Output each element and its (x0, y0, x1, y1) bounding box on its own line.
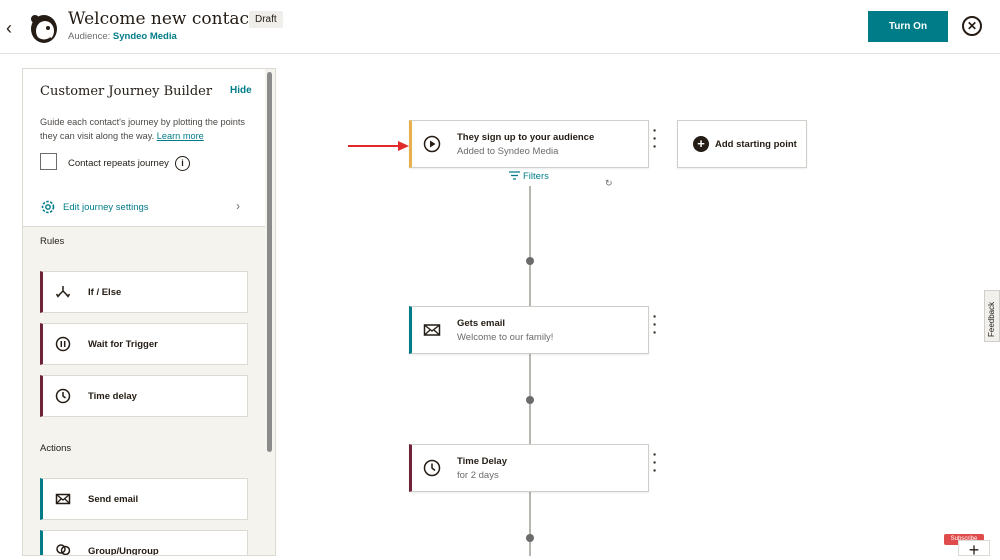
mailchimp-logo-icon (31, 15, 57, 43)
step-node-time-delay[interactable]: Time Delay for 2 days (409, 444, 649, 492)
rules-heading: Rules (40, 236, 65, 247)
action-group-ungroup[interactable]: Group/Ungroup (40, 530, 248, 556)
add-starting-point-button[interactable]: + Add starting point (677, 120, 807, 168)
panel-scrollbar[interactable] (267, 72, 272, 452)
group-icon (56, 544, 71, 555)
starting-point-node[interactable]: They sign up to your audience Added to S… (409, 120, 649, 168)
audience-name-link[interactable]: Syndeo Media (113, 31, 177, 42)
play-circle-icon (423, 135, 441, 153)
branch-icon (55, 286, 71, 298)
filters-link[interactable]: Filters (509, 171, 549, 185)
back-chevron-icon[interactable]: ‹ (6, 18, 22, 38)
node-title: Gets email (457, 318, 506, 329)
rule-wait-for-trigger[interactable]: Wait for Trigger (40, 323, 248, 365)
rule-label: Wait for Trigger (88, 339, 158, 350)
connector-line (529, 492, 531, 556)
journey-builder-panel: Customer Journey Builder Hide Guide each… (22, 68, 276, 556)
action-label: Send email (88, 494, 139, 505)
node-subtitle: Welcome to our family! (457, 332, 554, 343)
red-arrow-annotation (348, 141, 409, 151)
envelope-icon (423, 324, 441, 336)
more-options-icon[interactable]: · · · (649, 447, 661, 477)
rule-time-delay[interactable]: Time delay (40, 375, 248, 417)
cursor-icon: ↻ (605, 178, 613, 188)
step-node-gets-email[interactable]: Gets email Welcome to our family! (409, 306, 649, 354)
description-text: Guide each contact's journey by plotting… (40, 117, 246, 141)
add-step-dot[interactable] (526, 257, 534, 265)
audience-label: Audience: (68, 31, 111, 42)
actions-heading: Actions (40, 443, 72, 454)
add-step-dot[interactable] (526, 396, 534, 404)
repeat-journey-checkbox[interactable] (40, 153, 57, 170)
top-header: ‹ Welcome new contacts Draft Audience: S… (0, 0, 1000, 54)
add-plus-button[interactable]: + (958, 540, 990, 559)
add-starting-point-label: Add starting point (715, 139, 797, 150)
node-subtitle: for 2 days (457, 470, 499, 481)
audience-info: Audience: Syndeo Media (68, 31, 177, 42)
node-title: They sign up to your audience (457, 132, 595, 143)
clock-icon (423, 459, 441, 477)
filter-icon (509, 171, 520, 180)
repeat-journey-label: Contact repeats journey (68, 158, 169, 169)
clock-icon (55, 388, 71, 404)
panel-description: Guide each contact's journey by plotting… (40, 115, 255, 143)
more-options-icon[interactable]: · · · (649, 123, 661, 153)
chevron-right-icon: › (236, 199, 240, 213)
envelope-icon (55, 493, 71, 505)
panel-header: Customer Journey Builder Hide Guide each… (23, 69, 265, 227)
connector-line (529, 186, 531, 306)
settings-label: Edit journey settings (63, 202, 149, 213)
more-options-icon[interactable]: · · · (649, 309, 661, 339)
filters-label: Filters (523, 171, 549, 182)
add-step-dot[interactable] (526, 534, 534, 542)
feedback-label: Feedback (987, 301, 996, 337)
node-title: Time Delay (457, 456, 507, 467)
pause-icon (55, 336, 71, 352)
rule-label: Time delay (88, 391, 137, 402)
edit-journey-settings-link[interactable]: Edit journey settings › (40, 199, 250, 215)
panel-title: Customer Journey Builder (40, 84, 213, 99)
action-label: Group/Ungroup (88, 546, 159, 556)
rule-label: If / Else (88, 287, 122, 298)
turn-on-button[interactable]: Turn On (868, 11, 948, 42)
rule-if-else[interactable]: If / Else (40, 271, 248, 313)
node-subtitle: Added to Syndeo Media (457, 146, 559, 157)
feedback-tab[interactable]: Feedback (984, 290, 1000, 342)
gear-icon (41, 200, 55, 214)
status-badge: Draft (249, 11, 283, 28)
action-send-email[interactable]: Send email (40, 478, 248, 520)
close-icon[interactable]: ✕ (962, 16, 982, 36)
learn-more-link[interactable]: Learn more (157, 131, 204, 141)
plus-circle-icon: + (693, 136, 709, 152)
hide-panel-link[interactable]: Hide (230, 85, 252, 96)
page-title: Welcome new contacts (68, 9, 265, 29)
info-icon[interactable]: i (175, 156, 190, 171)
